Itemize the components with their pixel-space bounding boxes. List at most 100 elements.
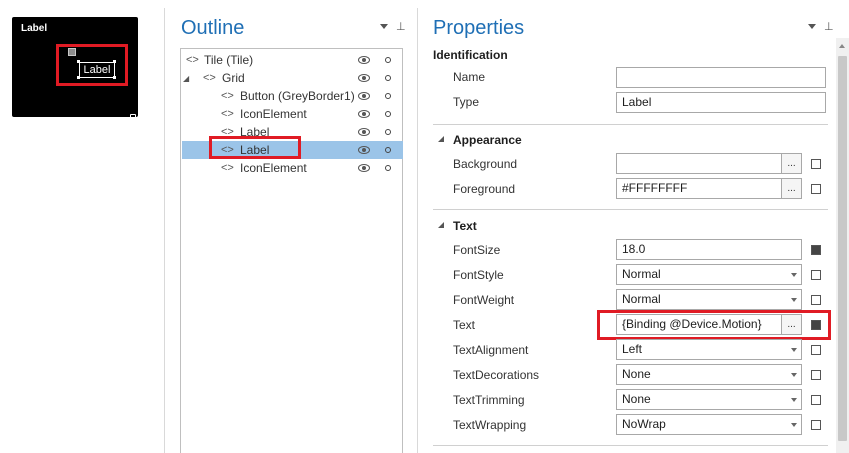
- section-divider: [433, 124, 828, 125]
- element-tag-icon: <>: [221, 108, 234, 120]
- collapse-arrow-icon[interactable]: [438, 136, 444, 142]
- fontstyle-value: Normal: [622, 267, 661, 281]
- tree-item-label: Grid: [222, 71, 245, 85]
- chevron-down-icon: [791, 423, 797, 427]
- element-tag-icon: <>: [221, 162, 234, 174]
- prop-type-label: Type: [453, 95, 480, 109]
- chevron-down-icon: [791, 398, 797, 402]
- textwrapping-select[interactable]: NoWrap: [616, 414, 802, 435]
- properties-title: Properties: [433, 17, 525, 39]
- prop-fontweight-label: FontWeight: [453, 293, 515, 307]
- outline-tree[interactable]: <> Tile (Tile) ◢ <> Grid <> Button (Grey…: [180, 48, 403, 453]
- tree-item-label: IconElement: [240, 107, 307, 121]
- background-browse-button[interactable]: ...: [781, 153, 802, 174]
- texttrimming-set-checkbox[interactable]: [811, 395, 821, 405]
- element-tag-icon: <>: [221, 90, 234, 102]
- chevron-down-icon: [791, 348, 797, 352]
- chevron-down-icon: [791, 298, 797, 302]
- fontstyle-set-checkbox[interactable]: [811, 270, 821, 280]
- eye-icon[interactable]: [358, 110, 370, 118]
- chevron-down-icon: [791, 373, 797, 377]
- textalignment-set-checkbox[interactable]: [811, 345, 821, 355]
- eye-icon[interactable]: [358, 56, 370, 64]
- circle-icon[interactable]: [385, 165, 391, 171]
- expand-arrow-icon[interactable]: ◢: [183, 70, 189, 88]
- pin-icon[interactable]: ⊥: [396, 20, 412, 33]
- fontsize-set-checkbox[interactable]: [811, 245, 821, 255]
- tree-item-iconelement[interactable]: <> IconElement: [182, 105, 403, 123]
- eye-icon[interactable]: [358, 146, 370, 154]
- foreground-set-checkbox[interactable]: [811, 184, 821, 194]
- textdecorations-select[interactable]: None: [616, 364, 802, 385]
- prop-textwrapping-label: TextWrapping: [453, 418, 527, 432]
- texttrimming-select[interactable]: None: [616, 389, 802, 410]
- foreground-browse-button[interactable]: ...: [781, 178, 802, 199]
- scroll-up-icon[interactable]: [839, 44, 845, 48]
- type-field: Label: [616, 92, 826, 113]
- circle-icon[interactable]: [385, 75, 391, 81]
- fontweight-value: Normal: [622, 292, 661, 306]
- section-divider: [433, 445, 828, 446]
- collapse-arrow-icon[interactable]: [438, 222, 444, 228]
- texttrimming-value: None: [622, 392, 651, 406]
- element-tag-icon: <>: [186, 54, 199, 66]
- tile-title: Label: [21, 23, 48, 34]
- prop-textdecorations-label: TextDecorations: [453, 368, 540, 382]
- background-set-checkbox[interactable]: [811, 159, 821, 169]
- section-identification: Identification: [433, 48, 508, 62]
- prop-background-label: Background: [453, 157, 518, 171]
- tree-item-tile[interactable]: <> Tile (Tile): [182, 51, 403, 69]
- text-binding-highlight: [597, 310, 831, 340]
- tree-item-label: IconElement: [240, 161, 307, 175]
- foreground-field[interactable]: #FFFFFFFF: [616, 178, 782, 199]
- properties-panel-controls: ⊥: [808, 20, 840, 33]
- pin-icon[interactable]: ⊥: [824, 20, 840, 33]
- eye-icon[interactable]: [358, 92, 370, 100]
- outline-selection-highlight: [209, 136, 301, 159]
- circle-icon[interactable]: [385, 93, 391, 99]
- selection-highlight: [56, 44, 128, 86]
- circle-icon[interactable]: [385, 147, 391, 153]
- fontstyle-select[interactable]: Normal: [616, 264, 802, 285]
- element-tag-icon: <>: [203, 72, 216, 84]
- eye-icon[interactable]: [358, 74, 370, 82]
- circle-icon[interactable]: [385, 129, 391, 135]
- prop-texttrimming-label: TextTrimming: [453, 393, 525, 407]
- eye-icon[interactable]: [358, 164, 370, 172]
- textdecorations-value: None: [622, 367, 651, 381]
- section-text: Text: [453, 219, 477, 233]
- prop-textalignment-label: TextAlignment: [453, 343, 529, 357]
- textwrapping-value: NoWrap: [622, 417, 666, 431]
- prop-foreground-label: Foreground: [453, 182, 516, 196]
- textalignment-value: Left: [622, 342, 643, 356]
- tree-item-grid[interactable]: ◢ <> Grid: [182, 69, 403, 87]
- name-field[interactable]: [616, 67, 826, 88]
- chevron-down-icon: [791, 273, 797, 277]
- tree-item-label: Button (GreyBorder1): [240, 89, 355, 103]
- fontweight-select[interactable]: Normal: [616, 289, 802, 310]
- prop-fontsize-label: FontSize: [453, 243, 501, 257]
- background-field[interactable]: [616, 153, 782, 174]
- fontsize-field[interactable]: 18.0: [616, 239, 802, 260]
- panel-splitter[interactable]: [164, 8, 165, 453]
- outline-title: Outline: [181, 17, 245, 39]
- outline-panel-controls: ⊥: [380, 20, 412, 33]
- dropdown-icon[interactable]: [808, 24, 816, 29]
- dropdown-icon[interactable]: [380, 24, 388, 29]
- textdecorations-set-checkbox[interactable]: [811, 370, 821, 380]
- prop-text-label: Text: [453, 318, 476, 332]
- fontweight-set-checkbox[interactable]: [811, 295, 821, 305]
- tree-item-button[interactable]: <> Button (GreyBorder1): [182, 87, 403, 105]
- circle-icon[interactable]: [385, 57, 391, 63]
- battery-icon: [130, 114, 136, 122]
- eye-icon[interactable]: [358, 128, 370, 136]
- circle-icon[interactable]: [385, 111, 391, 117]
- prop-name-label: Name: [453, 70, 486, 84]
- textalignment-select[interactable]: Left: [616, 339, 802, 360]
- textwrapping-set-checkbox[interactable]: [811, 420, 821, 430]
- tree-item-iconelement-2[interactable]: <> IconElement: [182, 159, 403, 177]
- prop-fontstyle-label: FontStyle: [453, 268, 504, 282]
- scroll-thumb[interactable]: [838, 56, 847, 441]
- panel-splitter[interactable]: [417, 8, 418, 453]
- section-divider: [433, 209, 828, 210]
